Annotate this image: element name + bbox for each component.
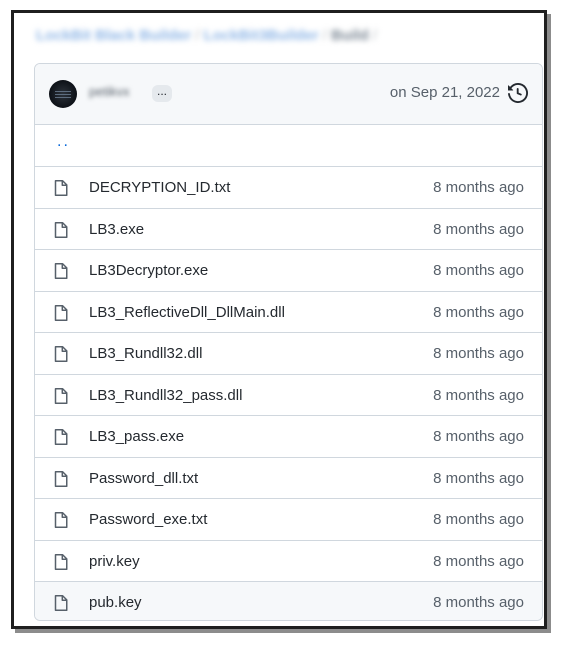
file-name-link[interactable]: LB3_Rundll32.dll xyxy=(89,345,202,362)
file-name-link[interactable]: Password_dll.txt xyxy=(89,470,198,487)
breadcrumb-separator: / xyxy=(195,27,200,44)
file-icon xyxy=(54,180,68,196)
file-name-link[interactable]: LB3_pass.exe xyxy=(89,428,184,445)
file-row[interactable]: LB3_Rundll32_pass.dll 8 months ago xyxy=(35,375,542,416)
file-row[interactable]: priv.key 8 months ago xyxy=(35,541,542,582)
file-row[interactable]: DECRYPTION_ID.txt 8 months ago xyxy=(35,167,542,209)
file-icon xyxy=(54,429,68,445)
latest-commit-bar: petikvx ... on Sep 21, 2022 xyxy=(35,64,542,125)
file-name-link[interactable]: LB3.exe xyxy=(89,221,144,238)
file-row[interactable]: LB3Decryptor.exe 8 months ago xyxy=(35,250,542,292)
file-icon xyxy=(54,512,68,528)
file-row[interactable]: pub.key 8 months ago xyxy=(35,582,542,620)
breadcrumb-repo-link[interactable]: LockBit3Builder xyxy=(204,27,319,44)
file-icon xyxy=(54,387,68,404)
file-row[interactable]: LB3_Rundll32.dll 8 months ago xyxy=(35,333,542,375)
file-row[interactable]: LB3_pass.exe 8 months ago xyxy=(35,416,542,458)
file-icon xyxy=(54,221,68,238)
file-name-link[interactable]: LB3_ReflectiveDll_DllMain.dll xyxy=(89,304,285,321)
file-icon xyxy=(54,263,68,279)
file-row[interactable]: LB3_ReflectiveDll_DllMain.dll 8 months a… xyxy=(35,292,542,333)
file-last-commit-age: 8 months ago xyxy=(433,594,524,611)
file-last-commit-age: 8 months ago xyxy=(433,345,524,362)
file-row[interactable]: Password_dll.txt 8 months ago xyxy=(35,458,542,499)
avatar[interactable] xyxy=(49,80,77,108)
file-last-commit-age: 8 months ago xyxy=(433,428,524,445)
file-last-commit-age: 8 months ago xyxy=(433,179,524,196)
file-row[interactable]: Password_exe.txt 8 months ago xyxy=(35,499,542,541)
file-last-commit-age: 8 months ago xyxy=(433,220,524,238)
file-row[interactable]: LB3.exe 8 months ago xyxy=(35,209,542,250)
file-list: DECRYPTION_ID.txt 8 months ago LB3.exe 8… xyxy=(35,167,542,620)
breadcrumb: LockBit Black Builder / LockBit3Builder … xyxy=(36,27,377,44)
parent-directory-row[interactable]: .. xyxy=(35,125,542,167)
file-browser: petikvx ... on Sep 21, 2022 .. DECRYPTIO… xyxy=(34,63,543,621)
file-last-commit-age: 8 months ago xyxy=(433,386,524,404)
parent-directory-link[interactable]: .. xyxy=(57,133,70,151)
breadcrumb-separator: / xyxy=(322,27,327,44)
breadcrumb-current-folder: Build xyxy=(331,27,369,44)
file-last-commit-age: 8 months ago xyxy=(433,303,524,321)
file-name-link[interactable]: priv.key xyxy=(89,553,140,570)
history-icon[interactable] xyxy=(508,83,528,103)
file-name-link[interactable]: Password_exe.txt xyxy=(89,511,207,528)
file-name-link[interactable]: DECRYPTION_ID.txt xyxy=(89,179,230,196)
screenshot-frame: LockBit Black Builder / LockBit3Builder … xyxy=(11,10,547,629)
commit-date[interactable]: on Sep 21, 2022 xyxy=(390,84,500,101)
file-icon xyxy=(54,346,68,362)
file-last-commit-age: 8 months ago xyxy=(433,262,524,279)
file-last-commit-age: 8 months ago xyxy=(433,511,524,528)
commit-message-expand-button[interactable]: ... xyxy=(152,85,173,102)
file-icon xyxy=(54,304,68,321)
file-name-link[interactable]: LB3Decryptor.exe xyxy=(89,262,208,279)
breadcrumb-owner-link[interactable]: LockBit Black Builder xyxy=(36,27,191,44)
file-icon xyxy=(54,553,68,570)
commit-author[interactable]: petikvx xyxy=(89,84,129,99)
breadcrumb-separator: / xyxy=(372,27,377,44)
file-icon xyxy=(54,595,68,611)
file-last-commit-age: 8 months ago xyxy=(433,469,524,487)
file-name-link[interactable]: pub.key xyxy=(89,594,142,611)
file-name-link[interactable]: LB3_Rundll32_pass.dll xyxy=(89,387,242,404)
file-last-commit-age: 8 months ago xyxy=(433,552,524,570)
file-icon xyxy=(54,470,68,487)
